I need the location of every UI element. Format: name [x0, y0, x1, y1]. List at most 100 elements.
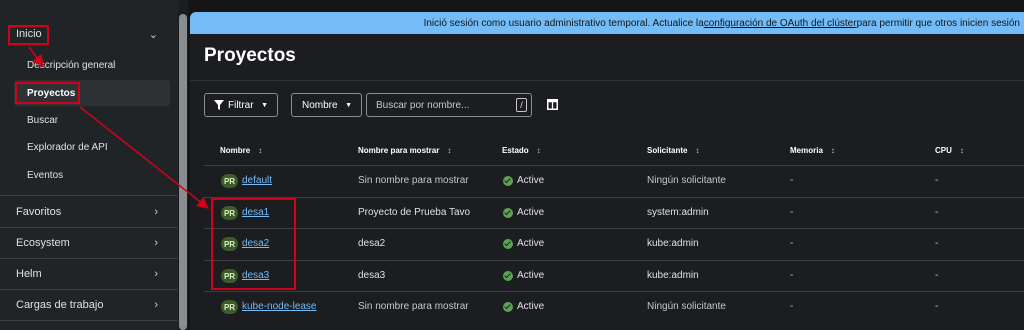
requester: kube:admin — [647, 238, 699, 249]
annotation-box-projects — [211, 198, 296, 290]
requester: system:admin — [647, 207, 709, 218]
status-text: Active — [517, 301, 545, 312]
column-header-label: CPU — [935, 146, 952, 155]
sort-icon: ↕ — [536, 146, 541, 155]
column-header-label: Estado — [502, 146, 529, 155]
filter-label: Filtrar — [228, 99, 254, 111]
column-header-nombre-mostrar[interactable]: Nombre para mostrar ↕ — [358, 146, 451, 155]
sidebar-item-label: Descripción general — [27, 59, 116, 71]
page-title: Proyectos — [204, 45, 296, 66]
column-header-label: Nombre para mostrar — [358, 146, 440, 155]
table-row: PR kube-node-lease Sin nombre para mostr… — [204, 291, 1024, 322]
memory-value: - — [790, 238, 794, 249]
check-circle-icon — [503, 176, 513, 186]
status-text: Active — [517, 207, 545, 218]
sidebar-item-descripcion-general[interactable]: Descripción general — [14, 52, 170, 78]
select-label: Nombre — [302, 99, 338, 111]
requester: kube:admin — [647, 270, 699, 281]
nav-section-helm[interactable]: Helm › — [0, 259, 178, 289]
nav-section-label: Helm — [16, 268, 42, 280]
project-link[interactable]: kube-node-lease — [242, 301, 317, 312]
column-header-nombre[interactable]: Nombre ↕ — [220, 146, 262, 155]
search-attribute-select[interactable]: Nombre ▼ — [291, 93, 362, 117]
display-name: Sin nombre para mostrar — [358, 301, 469, 312]
project-badge: PR — [221, 174, 238, 188]
nav-section-label: Cargas de trabajo — [16, 299, 104, 311]
chevron-down-icon: ⌄ — [148, 28, 158, 41]
annotation-box-proyectos — [15, 82, 80, 104]
banner-text-before: Inició sesión como usuario administrativ… — [423, 17, 704, 29]
sidebar-item-label: Buscar — [27, 114, 59, 126]
search-input[interactable] — [376, 99, 506, 112]
title-divider — [190, 80, 1024, 81]
memory-value: - — [790, 301, 794, 312]
caret-down-icon: ▼ — [345, 101, 352, 109]
nav-section-label: Favoritos — [16, 206, 62, 218]
oauth-config-link[interactable]: configuración de OAuth del clúster — [704, 18, 857, 29]
cpu-value: - — [935, 301, 939, 312]
status-text: Active — [517, 238, 545, 249]
sidebar-item-explorador-api[interactable]: Explorador de API — [14, 134, 170, 160]
table-row: PR default Sin nombre para mostrar Activ… — [204, 165, 1024, 196]
display-name: desa2 — [358, 238, 386, 249]
chevron-right-icon: › — [154, 206, 158, 218]
sidebar-item-eventos[interactable]: Eventos — [14, 162, 170, 188]
nav-divider — [0, 195, 178, 196]
status-text: Active — [517, 175, 545, 186]
sidebar-item-buscar[interactable]: Buscar — [14, 107, 170, 133]
chevron-right-icon: › — [154, 299, 158, 311]
cpu-value: - — [935, 175, 939, 186]
requester: Ningún solicitante — [647, 301, 726, 312]
table-row: PR desa3 desa3 Active kube:admin - - — [204, 260, 1024, 291]
sort-icon: ↕ — [258, 146, 263, 155]
column-header-memoria[interactable]: Memoria ↕ — [790, 146, 835, 155]
sort-icon: ↕ — [695, 146, 700, 155]
column-header-label: Nombre — [220, 146, 251, 155]
column-header-cpu[interactable]: CPU ↕ — [935, 146, 964, 155]
check-circle-icon — [503, 208, 513, 218]
cpu-value: - — [935, 207, 939, 218]
sort-icon: ↕ — [447, 146, 452, 155]
requester: Ningún solicitante — [647, 175, 726, 186]
memory-value: - — [790, 175, 794, 186]
keyboard-shortcut-hint: / — [516, 98, 527, 112]
display-name: Proyecto de Prueba Tavo — [358, 207, 471, 218]
sidebar-nav: Inicio ⌄ Descripción general Proyectos B… — [0, 0, 178, 330]
chevron-right-icon: › — [154, 268, 158, 280]
columns-icon[interactable] — [547, 99, 558, 110]
banner-text-after: para permitir que otros inicien sesión — [856, 17, 1020, 29]
sidebar-scrollbar-thumb[interactable] — [179, 14, 187, 330]
filter-button[interactable]: Filtrar ▼ — [204, 93, 278, 117]
display-name: desa3 — [358, 270, 386, 281]
nav-divider — [0, 320, 178, 321]
nav-section-label: Ecosystem — [16, 237, 70, 249]
table-row: PR desa1 Proyecto de Prueba Tavo Active … — [204, 197, 1024, 228]
table-row: PR desa2 desa2 Active kube:admin - - — [204, 228, 1024, 259]
project-badge: PR — [221, 300, 238, 314]
nav-section-cargas-de-trabajo[interactable]: Cargas de trabajo › — [0, 290, 178, 320]
sort-icon: ↕ — [830, 146, 835, 155]
column-header-label: Solicitante — [647, 146, 688, 155]
nav-section-ecosystem[interactable]: Ecosystem › — [0, 228, 178, 258]
sidebar-item-label: Explorador de API — [27, 141, 108, 153]
annotation-box-inicio — [8, 25, 49, 45]
column-header-estado[interactable]: Estado ↕ — [502, 146, 541, 155]
main-content: Inició sesión como usuario administrativ… — [190, 12, 1024, 330]
check-circle-icon — [503, 239, 513, 249]
column-header-solicitante[interactable]: Solicitante ↕ — [647, 146, 699, 155]
check-circle-icon — [503, 302, 513, 312]
memory-value: - — [790, 207, 794, 218]
check-circle-icon — [503, 271, 513, 281]
sidebar-item-label: Eventos — [27, 169, 64, 181]
status-text: Active — [517, 270, 545, 281]
cpu-value: - — [935, 238, 939, 249]
filter-icon — [214, 100, 224, 110]
chevron-right-icon: › — [154, 237, 158, 249]
project-link[interactable]: default — [242, 175, 272, 186]
memory-value: - — [790, 270, 794, 281]
nav-section-favoritos[interactable]: Favoritos › — [0, 197, 178, 227]
sort-icon: ↕ — [959, 146, 964, 155]
column-header-label: Memoria — [790, 146, 823, 155]
cpu-value: - — [935, 270, 939, 281]
info-banner: Inició sesión como usuario administrativ… — [190, 12, 1024, 34]
